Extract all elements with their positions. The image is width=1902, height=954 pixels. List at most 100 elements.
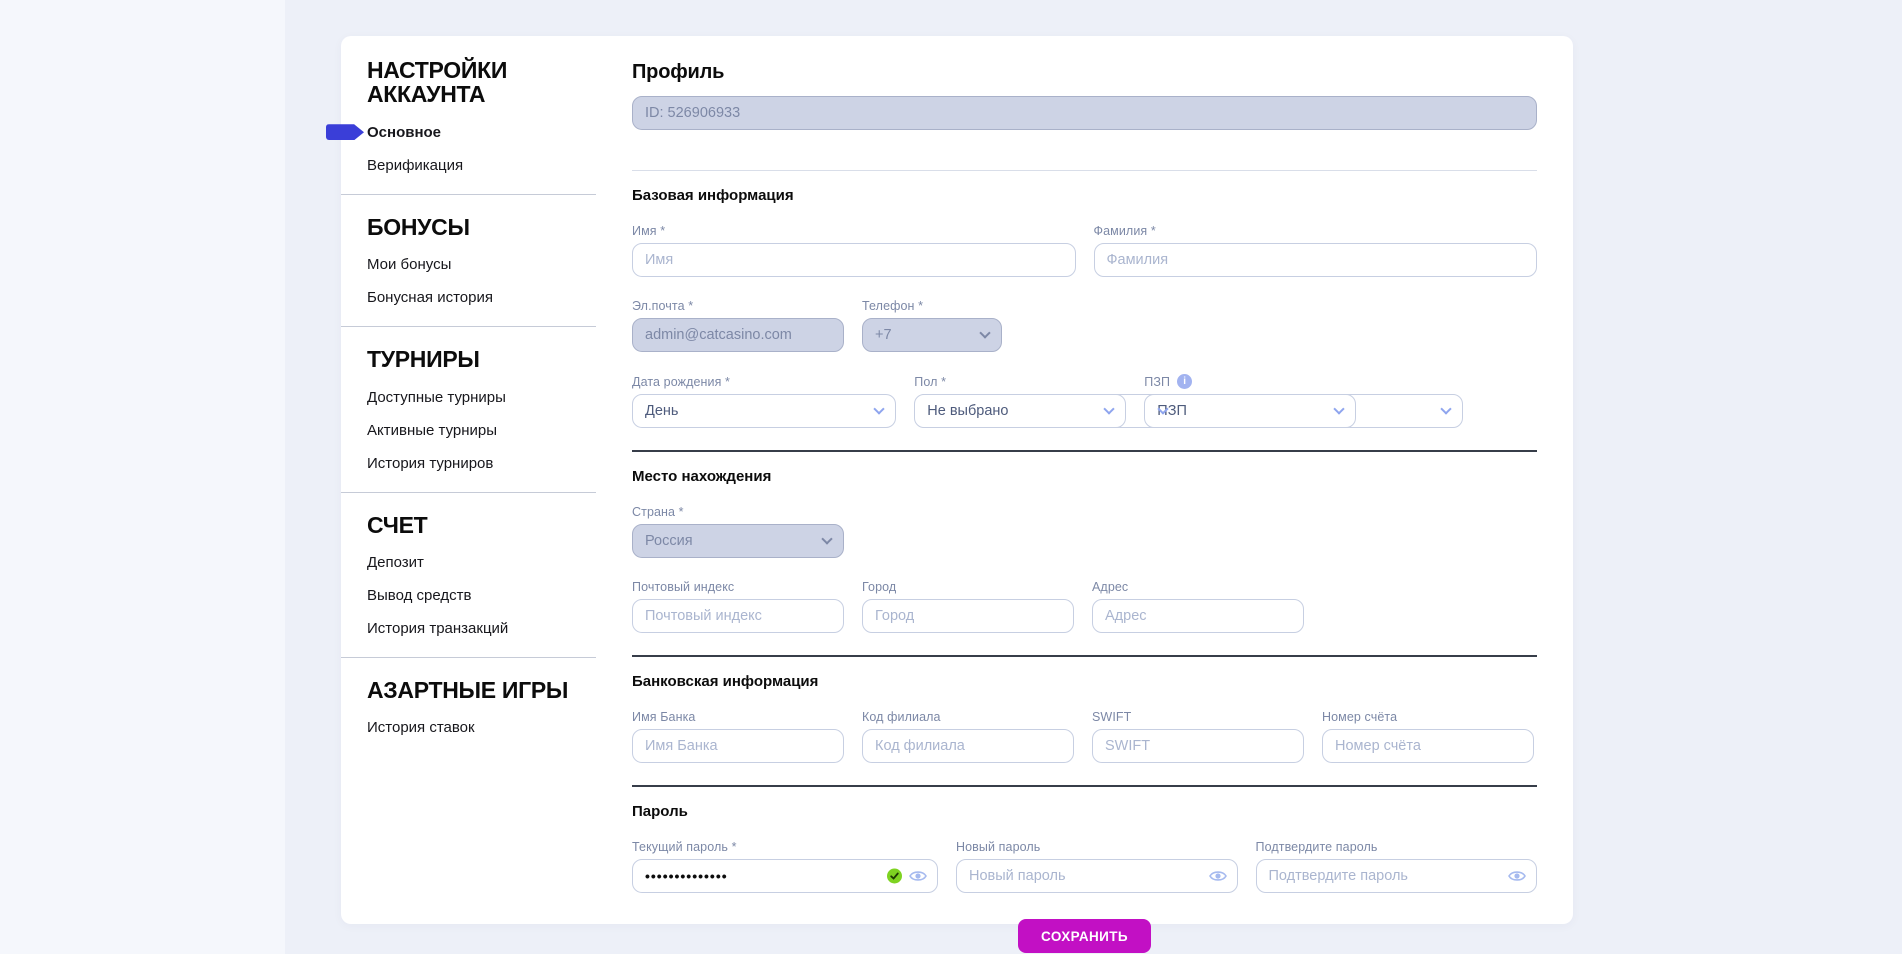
phone-label: Телефон * <box>862 299 1002 313</box>
account-number-field: Номер счёта <box>1322 710 1534 763</box>
gender-label: Пол * <box>914 375 1126 389</box>
first-name-field: Имя * <box>632 224 1076 277</box>
sidebar-item-label: Бонусная история <box>367 289 493 306</box>
swift-input[interactable] <box>1092 729 1304 763</box>
country-select[interactable]: Россия <box>632 524 844 558</box>
sidebar-divider <box>341 657 596 658</box>
sidebar-item-label: Депозит <box>367 554 424 571</box>
phone-code-value: +7 <box>875 327 892 343</box>
page-title: Профиль <box>632 61 1537 84</box>
pep-select[interactable]: ПЗП <box>1144 394 1356 428</box>
profile-form: Профиль Базовая информация Имя * Фамилия… <box>596 36 1537 924</box>
eye-icon[interactable] <box>1508 870 1526 883</box>
account-number-label: Номер счёта <box>1322 710 1534 724</box>
branch-code-input[interactable] <box>862 729 1074 763</box>
sidebar-item-label: Вывод средств <box>367 587 471 604</box>
sidebar: НАСТРОЙКИ АККАУНТА Основное Верификация … <box>341 36 596 924</box>
birth-date-field: Дата рождения * День Месяц Год <box>632 375 896 428</box>
first-name-input[interactable] <box>632 243 1076 277</box>
sidebar-item-label: История транзакций <box>367 620 508 637</box>
valid-check-icon <box>887 869 902 884</box>
chevron-down-icon <box>979 327 990 338</box>
last-name-label: Фамилия * <box>1094 224 1538 238</box>
gender-field: Пол * Не выбрано <box>914 375 1126 428</box>
sidebar-item-main[interactable]: Основное <box>367 124 596 141</box>
sidebar-divider <box>341 194 596 195</box>
gender-select[interactable]: Не выбрано <box>914 394 1126 428</box>
sidebar-item-label: Мои бонусы <box>367 256 451 273</box>
sidebar-item-available-tournaments[interactable]: Доступные турниры <box>367 389 596 406</box>
bank-name-label: Имя Банка <box>632 710 844 724</box>
sidebar-divider <box>341 326 596 327</box>
chevron-down-icon <box>1104 403 1115 414</box>
current-password-field: Текущий пароль * <box>632 840 938 893</box>
country-value: Россия <box>645 533 693 549</box>
bank-name-input[interactable] <box>632 729 844 763</box>
sidebar-item-deposit[interactable]: Депозит <box>367 554 596 571</box>
sidebar-item-bets-history[interactable]: История ставок <box>367 719 596 736</box>
sidebar-item-bonus-history[interactable]: Бонусная история <box>367 289 596 306</box>
sidebar-divider <box>341 492 596 493</box>
info-icon[interactable]: i <box>1177 374 1192 389</box>
last-name-input[interactable] <box>1094 243 1538 277</box>
city-label: Город <box>862 580 1074 594</box>
confirm-password-field: Подтвердите пароль <box>1256 840 1538 893</box>
eye-icon[interactable] <box>909 870 927 883</box>
email-field: Эл.почта * <box>632 299 844 352</box>
divider <box>632 655 1537 657</box>
phone-code-select[interactable]: +7 <box>862 318 1002 352</box>
sidebar-item-label: Верификация <box>367 157 463 174</box>
sidebar-item-active-tournaments[interactable]: Активные турниры <box>367 422 596 439</box>
sidebar-section-tournaments: ТУРНИРЫ <box>367 347 596 371</box>
new-password-label: Новый пароль <box>956 840 1238 854</box>
gender-value: Не выбрано <box>927 403 1008 419</box>
chevron-down-icon <box>1334 403 1345 414</box>
postal-code-label: Почтовый индекс <box>632 580 844 594</box>
sidebar-item-tournament-history[interactable]: История турниров <box>367 455 596 472</box>
address-field: Адрес <box>1092 580 1304 633</box>
divider <box>632 170 1537 171</box>
chevron-down-icon <box>1440 403 1451 414</box>
sidebar-section-account-settings: НАСТРОЙКИ АККАУНТА <box>367 58 596 107</box>
confirm-password-input[interactable] <box>1256 859 1538 893</box>
divider <box>632 785 1537 787</box>
branch-code-field: Код филиала <box>862 710 1074 763</box>
sidebar-section-gambling: АЗАРТНЫЕ ИГРЫ <box>367 678 596 702</box>
section-title-password: Пароль <box>632 803 1537 820</box>
sidebar-item-my-bonuses[interactable]: Мои бонусы <box>367 256 596 273</box>
new-password-field: Новый пароль <box>956 840 1238 893</box>
sidebar-item-withdrawal[interactable]: Вывод средств <box>367 587 596 604</box>
chevron-down-icon <box>874 403 885 414</box>
postal-code-input[interactable] <box>632 599 844 633</box>
bank-name-field: Имя Банка <box>632 710 844 763</box>
sidebar-item-label: История турниров <box>367 455 493 472</box>
section-title-location: Место нахождения <box>632 468 1537 485</box>
sidebar-section-account: СЧЕТ <box>367 513 596 537</box>
postal-code-field: Почтовый индекс <box>632 580 844 633</box>
eye-icon[interactable] <box>1209 870 1227 883</box>
save-button[interactable]: СОХРАНИТЬ <box>1018 919 1151 953</box>
active-item-arrow-icon <box>326 124 364 140</box>
address-input[interactable] <box>1092 599 1304 633</box>
new-password-input[interactable] <box>956 859 1238 893</box>
section-title-basic-info: Базовая информация <box>632 187 1537 204</box>
chevron-down-icon <box>821 533 832 544</box>
sidebar-item-label: Основное <box>367 124 441 141</box>
sidebar-item-label: История ставок <box>367 719 475 736</box>
account-number-input[interactable] <box>1322 729 1534 763</box>
sidebar-section-bonuses: БОНУСЫ <box>367 215 596 239</box>
confirm-password-label: Подтвердите пароль <box>1256 840 1538 854</box>
first-name-label: Имя * <box>632 224 1076 238</box>
birth-day-select[interactable]: День <box>632 394 896 428</box>
current-password-label: Текущий пароль * <box>632 840 938 854</box>
city-input[interactable] <box>862 599 1074 633</box>
phone-field: Телефон * +7 <box>862 299 1002 352</box>
section-title-bank-info: Банковская информация <box>632 673 1537 690</box>
sidebar-item-verification[interactable]: Верификация <box>367 157 596 174</box>
last-name-field: Фамилия * <box>1094 224 1538 277</box>
pep-label: ПЗП <box>1144 375 1170 389</box>
swift-label: SWIFT <box>1092 710 1304 724</box>
sidebar-item-transaction-history[interactable]: История транзакций <box>367 620 596 637</box>
birth-day-value: День <box>645 403 678 419</box>
email-input <box>632 318 844 352</box>
